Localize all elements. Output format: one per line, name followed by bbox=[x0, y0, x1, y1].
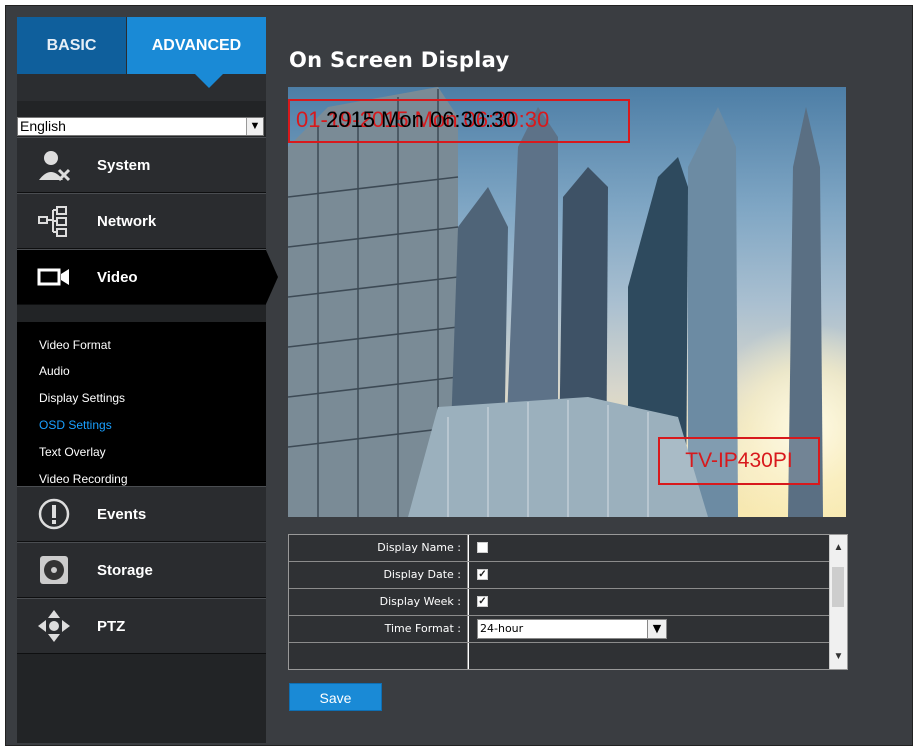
row-more bbox=[289, 643, 829, 669]
time-format-label: Time Format : bbox=[289, 616, 468, 642]
scroll-down-icon[interactable]: ▼ bbox=[830, 648, 847, 665]
menu-storage[interactable]: Storage bbox=[17, 542, 266, 598]
row-display-date: Display Date : ✓ bbox=[289, 562, 829, 589]
video-submenu: Video Format Audio Display Settings OSD … bbox=[17, 322, 266, 498]
tab-pointer bbox=[195, 74, 223, 88]
page-title: On Screen Display bbox=[289, 48, 510, 72]
submenu-audio[interactable]: Audio bbox=[39, 364, 70, 378]
menu-events-label: Events bbox=[97, 506, 147, 523]
menu-video-label: Video bbox=[97, 269, 138, 286]
tab-advanced[interactable]: ADVANCED bbox=[127, 17, 266, 74]
osd-settings-panel: Display Name : Display Date : ✓ Display … bbox=[288, 534, 848, 670]
menu-network[interactable]: Network bbox=[17, 193, 266, 249]
osd-date-text-black: 2015 Mon 06:30:30 bbox=[326, 107, 516, 132]
row-display-name: Display Name : bbox=[289, 535, 829, 562]
ptz-arrows-icon bbox=[37, 609, 71, 643]
video-camera-icon bbox=[37, 260, 71, 294]
time-format-value: 24-hour bbox=[480, 622, 524, 635]
display-date-checkbox[interactable]: ✓ bbox=[477, 569, 488, 580]
time-format-select[interactable]: 24-hour ▼ bbox=[477, 619, 667, 639]
row-time-format: Time Format : 24-hour ▼ bbox=[289, 616, 829, 643]
submenu-text-overlay[interactable]: Text Overlay bbox=[39, 445, 106, 459]
row-display-week: Display Week : ✓ bbox=[289, 589, 829, 616]
osd-name-overlay[interactable]: TV-IP430PI bbox=[658, 437, 820, 485]
display-week-label: Display Week : bbox=[289, 589, 468, 615]
osd-date-overlay[interactable]: 01-19-2015 Mon 06:30:30 2015 Mon 06:30:3… bbox=[288, 99, 630, 143]
user-tools-icon bbox=[37, 148, 71, 182]
display-name-label: Display Name : bbox=[289, 535, 468, 561]
disk-icon bbox=[37, 553, 71, 587]
save-button[interactable]: Save bbox=[289, 683, 382, 711]
network-icon bbox=[37, 204, 71, 238]
menu-system[interactable]: System bbox=[17, 137, 266, 193]
language-value: English bbox=[20, 118, 66, 134]
menu-ptz[interactable]: PTZ bbox=[17, 598, 266, 654]
osd-preview-image: 01-19-2015 Mon 06:30:30 2015 Mon 06:30:3… bbox=[288, 87, 846, 517]
submenu-display-settings[interactable]: Display Settings bbox=[39, 391, 125, 405]
row-more-label bbox=[289, 643, 468, 669]
submenu-osd-settings[interactable]: OSD Settings bbox=[39, 418, 112, 432]
submenu-video-recording[interactable]: Video Recording bbox=[39, 472, 128, 486]
chevron-down-icon[interactable]: ▼ bbox=[647, 620, 666, 638]
scroll-thumb[interactable] bbox=[832, 567, 844, 607]
scroll-up-icon[interactable]: ▲ bbox=[830, 539, 847, 556]
display-name-checkbox[interactable] bbox=[477, 542, 488, 553]
display-week-checkbox[interactable]: ✓ bbox=[477, 596, 488, 607]
row-more-value bbox=[469, 643, 829, 669]
menu-video[interactable]: Video bbox=[17, 249, 278, 305]
menu-system-label: System bbox=[97, 157, 151, 174]
alert-icon bbox=[37, 497, 71, 531]
menu-events[interactable]: Events bbox=[17, 486, 266, 542]
tab-basic[interactable]: BASIC bbox=[17, 17, 126, 74]
settings-scrollbar[interactable]: ▲ ▼ bbox=[829, 535, 847, 669]
menu-network-label: Network bbox=[97, 213, 157, 230]
menu-ptz-label: PTZ bbox=[97, 618, 126, 635]
chevron-down-icon[interactable]: ▼ bbox=[246, 118, 263, 135]
submenu-video-format[interactable]: Video Format bbox=[39, 338, 111, 352]
language-select[interactable]: English ▼ bbox=[17, 117, 264, 136]
display-date-label: Display Date : bbox=[289, 562, 468, 588]
active-pointer bbox=[266, 250, 278, 304]
sidebar: BASIC ADVANCED English ▼ System Network … bbox=[17, 17, 278, 743]
mode-tabs: BASIC ADVANCED bbox=[17, 17, 266, 101]
menu-storage-label: Storage bbox=[97, 562, 153, 579]
